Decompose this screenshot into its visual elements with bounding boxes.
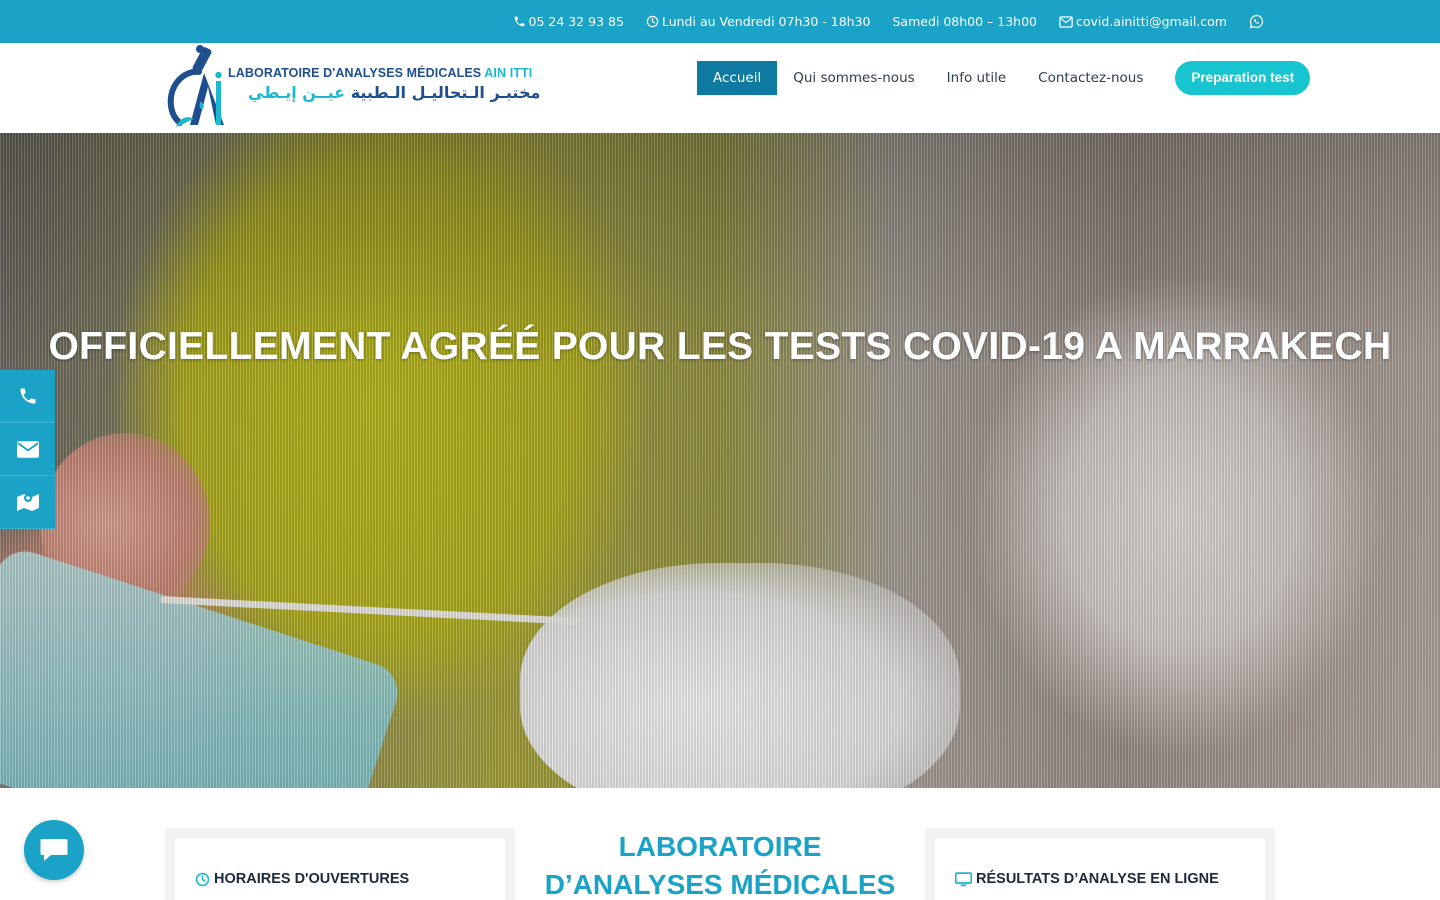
topbar-saturday-hours: Samedi 08h00 – 13h00: [892, 14, 1037, 29]
opening-hours-title-text: HORAIRES D'OUVERTURES: [214, 871, 410, 887]
envelope-icon: [1059, 15, 1073, 28]
monitor-icon: [955, 871, 972, 886]
topbar-email[interactable]: covid.ainitti@gmail.com: [1059, 14, 1227, 29]
clock-icon: [646, 15, 659, 28]
whatsapp-icon: [1249, 14, 1264, 29]
hero-banner: OFFICIELLEMENT AGRÉÉ POUR LES TESTS COVI…: [0, 133, 1440, 788]
lab-heading-line2: D’ANALYSES MÉDICALES: [544, 869, 896, 900]
whatsapp-link[interactable]: [1249, 14, 1264, 29]
logo-name-french-highlight: AIN ITTI: [484, 66, 533, 80]
hero-title: OFFICIELLEMENT AGRÉÉ POUR LES TESTS COVI…: [48, 325, 1392, 368]
topbar-weekday-hours: Lundi au Vendredi 07h30 - 18h30: [646, 14, 871, 29]
map-icon: [16, 494, 39, 511]
online-results-card-body: [935, 838, 1265, 900]
logo-name-arabic-highlight: عيــن إيـطي: [248, 83, 346, 102]
opening-hours-title: HORAIRES D'OUVERTURES: [195, 871, 409, 887]
envelope-icon: [16, 440, 39, 458]
side-contact-buttons: [0, 370, 55, 529]
site-logo[interactable]: LABORATOIRE D'ANALYSES MÉDICALES AIN ITT…: [166, 43, 540, 131]
topbar-saturday-hours-text: Samedi 08h00 – 13h00: [892, 14, 1037, 29]
logo-name-french-text: LABORATOIRE D'ANALYSES MÉDICALES: [228, 66, 482, 80]
opening-hours-card-body: [175, 838, 505, 900]
side-phone-button[interactable]: [0, 370, 55, 423]
lab-heading-line1: LABORATOIRE: [618, 831, 822, 862]
phone-icon: [514, 16, 524, 27]
side-map-button[interactable]: [0, 476, 55, 529]
logo-name-french: LABORATOIRE D'ANALYSES MÉDICALES AIN ITT…: [228, 66, 532, 80]
preparation-test-button[interactable]: Preparation test: [1175, 61, 1311, 95]
chat-bubble-icon: [40, 839, 68, 861]
online-results-title[interactable]: RÉSULTATS D’ANALYSE EN LIGNE: [955, 871, 1219, 887]
side-email-button[interactable]: [0, 423, 55, 476]
site-header: LABORATOIRE D'ANALYSES MÉDICALES AIN ITT…: [0, 43, 1440, 133]
nav-item-contactez-nous[interactable]: Contactez-nous: [1022, 61, 1159, 95]
topbar-weekday-hours-text: Lundi au Vendredi 07h30 - 18h30: [661, 14, 871, 29]
topbar-phone-text: 05 24 32 93 85: [528, 14, 624, 29]
main-nav: Accueil Qui sommes-nous Info utile Conta…: [697, 61, 1311, 95]
clock-icon: [195, 872, 210, 886]
topbar-phone[interactable]: 05 24 32 93 85: [513, 14, 624, 29]
online-results-card: RÉSULTATS D’ANALYSE EN LIGNE: [925, 828, 1275, 900]
topbar-email-text: covid.ainitti@gmail.com: [1076, 14, 1227, 29]
phone-icon: [20, 388, 35, 404]
online-results-title-text: RÉSULTATS D’ANALYSE EN LIGNE: [976, 871, 1219, 887]
nav-item-qui-sommes-nous[interactable]: Qui sommes-nous: [777, 61, 930, 95]
logo-name-arabic: مختبـر الـتحاليـل الـطبية عيــن إيـطي: [248, 83, 540, 102]
nav-item-info-utile[interactable]: Info utile: [931, 61, 1023, 95]
microscope-logo-icon: [167, 45, 224, 127]
opening-hours-card: HORAIRES D'OUVERTURES: [165, 828, 515, 900]
chat-button[interactable]: [24, 820, 84, 880]
nav-item-accueil[interactable]: Accueil: [697, 61, 778, 95]
lab-heading: LABORATOIRE D’ANALYSES MÉDICALES: [520, 828, 920, 900]
top-contact-bar: 05 24 32 93 85 Lundi au Vendredi 07h30 -…: [0, 0, 1440, 43]
logo-name-arabic-text: مختبـر الـتحاليـل الـطبية: [350, 83, 541, 102]
hero-scanline-overlay: [0, 133, 1440, 788]
